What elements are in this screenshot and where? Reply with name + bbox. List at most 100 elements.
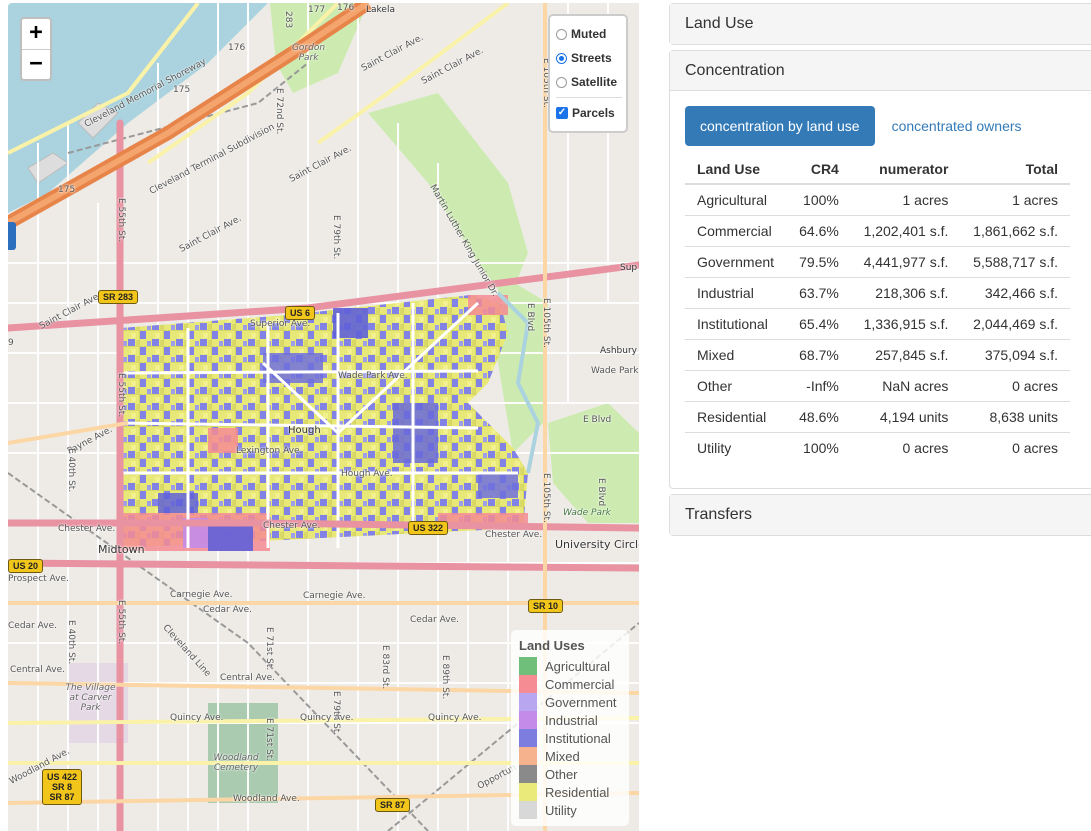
route-shield-stack: US 422 SR 8 SR 87 xyxy=(42,769,83,805)
accordion-transfers: Transfers xyxy=(669,494,1091,536)
layer-option-satellite[interactable]: Satellite xyxy=(556,70,622,94)
legend-label: Agricultural xyxy=(545,658,611,674)
map-view[interactable]: Cleveland Memorial Shoreway Cleveland Te… xyxy=(8,3,639,831)
legend-swatch xyxy=(519,801,537,819)
legend-label: Industrial xyxy=(545,712,598,728)
zoom-out-button[interactable]: − xyxy=(22,49,50,79)
table-row: Other -Inf% NaN acres 0 acres xyxy=(685,369,1070,401)
table-row: Industrial 63.7% 218,306 s.f. 342,466 s.f. xyxy=(685,276,1070,308)
table-cell: Other xyxy=(685,369,787,401)
table-cell: 0 acres xyxy=(960,431,1070,463)
accordion-land-use: Land Use xyxy=(669,3,1091,45)
legend-label: Commercial xyxy=(545,676,615,692)
table-cell: Agricultural xyxy=(697,191,768,208)
accordion-header-transfers[interactable]: Transfers xyxy=(670,495,1091,535)
layer-label: Streets xyxy=(571,51,612,65)
table-row: Government 79.5% 4,441,977 s.f. 5,588,717 s… xyxy=(685,245,1070,277)
column-header: numerator xyxy=(850,154,961,185)
wade-park xyxy=(548,403,639,523)
checkbox-checked-icon[interactable]: ✓ xyxy=(556,107,568,119)
table-cell: 1 acres xyxy=(902,191,949,208)
legend-label: Government xyxy=(545,694,617,710)
route-shield: SR 283 xyxy=(98,290,139,304)
table-cell: 1,336,915 s.f. xyxy=(850,307,961,339)
legend-item: Commercial xyxy=(519,675,621,693)
layer-label: Muted xyxy=(571,27,607,41)
legend-item: Agricultural xyxy=(519,657,621,675)
side-panel: Land Use Concentration concentration by … xyxy=(669,3,1091,541)
legend-swatch xyxy=(519,765,537,783)
table-cell: 1 acres xyxy=(1012,191,1058,208)
table-cell: 218,306 s.f. xyxy=(850,276,961,308)
legend-swatch xyxy=(519,783,537,801)
table-row: Agricultural 100% 1 acres 1 acres xyxy=(685,184,1070,215)
legend-item: Mixed xyxy=(519,747,621,765)
legend-item: Government xyxy=(519,693,621,711)
legend-label: Other xyxy=(545,766,578,782)
radio-icon[interactable] xyxy=(556,76,567,88)
table-cell: 48.6% xyxy=(786,400,851,432)
legend-item: Industrial xyxy=(519,711,621,729)
overlay-option-parcels[interactable]: ✓ Parcels xyxy=(556,101,622,125)
table-cell: 257,845 s.f. xyxy=(850,338,961,370)
table-row: Institutional 65.4% 1,336,915 s.f. 2,044,46… xyxy=(685,307,1070,339)
zoom-control: + − xyxy=(20,17,52,81)
legend-swatch xyxy=(519,675,537,693)
layers-control: Muted Streets Satellite ✓ Parcels xyxy=(548,14,628,133)
mlk-park xyxy=(368,93,528,303)
zoom-in-button[interactable]: + xyxy=(22,19,50,49)
table-cell: NaN acres xyxy=(850,369,961,401)
layer-option-streets[interactable]: Streets xyxy=(556,46,622,70)
table-cell: 375,094 s.f. xyxy=(960,338,1070,370)
table-row: Residential 48.6% 4,194 units 8,638 units xyxy=(685,400,1070,432)
legend-item: Utility xyxy=(519,801,621,819)
table-cell: 1,202,401 s.f. xyxy=(850,214,961,246)
table-cell: Government xyxy=(685,245,787,277)
table-cell: Industrial xyxy=(685,276,787,308)
table-cell: 100% xyxy=(786,431,851,463)
land-use-legend: Land Uses Agricultural Commercial Governme… xyxy=(511,630,629,826)
concentration-table: Land Use CR4 numerator Total Agricultura… xyxy=(685,154,1070,463)
legend-item: Other xyxy=(519,765,621,783)
legend-swatch xyxy=(519,747,537,765)
table-cell: 63.7% xyxy=(786,276,851,308)
map-edge-handle[interactable] xyxy=(8,222,16,250)
accordion-header-concentration[interactable]: Concentration xyxy=(670,51,1091,91)
table-cell: Residential xyxy=(685,400,787,432)
table-row: Mixed 68.7% 257,845 s.f. 375,094 s.f. xyxy=(685,338,1070,370)
route-shield: US 322 xyxy=(408,521,449,535)
column-header: Total xyxy=(960,154,1070,185)
route-shield: US 20 xyxy=(8,559,44,573)
table-cell: 342,466 s.f. xyxy=(960,276,1070,308)
layers-divider xyxy=(556,97,622,98)
column-header: Land Use xyxy=(685,154,787,185)
table-cell: 0 acres xyxy=(850,431,961,463)
radio-icon[interactable] xyxy=(556,28,567,40)
table-cell: 0 acres xyxy=(960,369,1070,401)
legend-swatch xyxy=(519,729,537,747)
table-cell: 65.4% xyxy=(786,307,851,339)
table-cell: Institutional xyxy=(685,307,787,339)
table-cell: Commercial xyxy=(685,214,787,246)
table-cell: 4,194 units xyxy=(850,400,961,432)
table-row: Commercial 64.6% 1,202,401 s.f. 1,861,662 s… xyxy=(685,214,1070,246)
legend-item: Residential xyxy=(519,783,621,801)
route-shield-line: SR 87 xyxy=(49,792,75,802)
table-cell: Utility xyxy=(685,431,787,463)
route-shield-line: US 422 xyxy=(47,772,78,782)
legend-label: Utility xyxy=(545,802,577,818)
route-shield: US 6 xyxy=(285,306,316,320)
overlay-label: Parcels xyxy=(572,106,615,120)
tab-concentrated-owners[interactable]: concentrated owners xyxy=(877,106,1037,146)
table-header-row: Land Use CR4 numerator Total xyxy=(685,154,1070,185)
layer-option-muted[interactable]: Muted xyxy=(556,22,622,46)
table-cell: 68.7% xyxy=(786,338,851,370)
tab-concentration-by-land-use[interactable]: concentration by land use xyxy=(685,106,875,146)
accordion-header-land-use[interactable]: Land Use xyxy=(670,4,1091,44)
route-shield: SR 87 xyxy=(375,798,411,812)
accordion-concentration: Concentration concentration by land use … xyxy=(669,50,1091,489)
table-cell: 100% xyxy=(803,191,839,208)
legend-title: Land Uses xyxy=(519,638,585,653)
radio-selected-icon[interactable] xyxy=(556,52,567,64)
table-cell: 4,441,977 s.f. xyxy=(850,245,961,277)
